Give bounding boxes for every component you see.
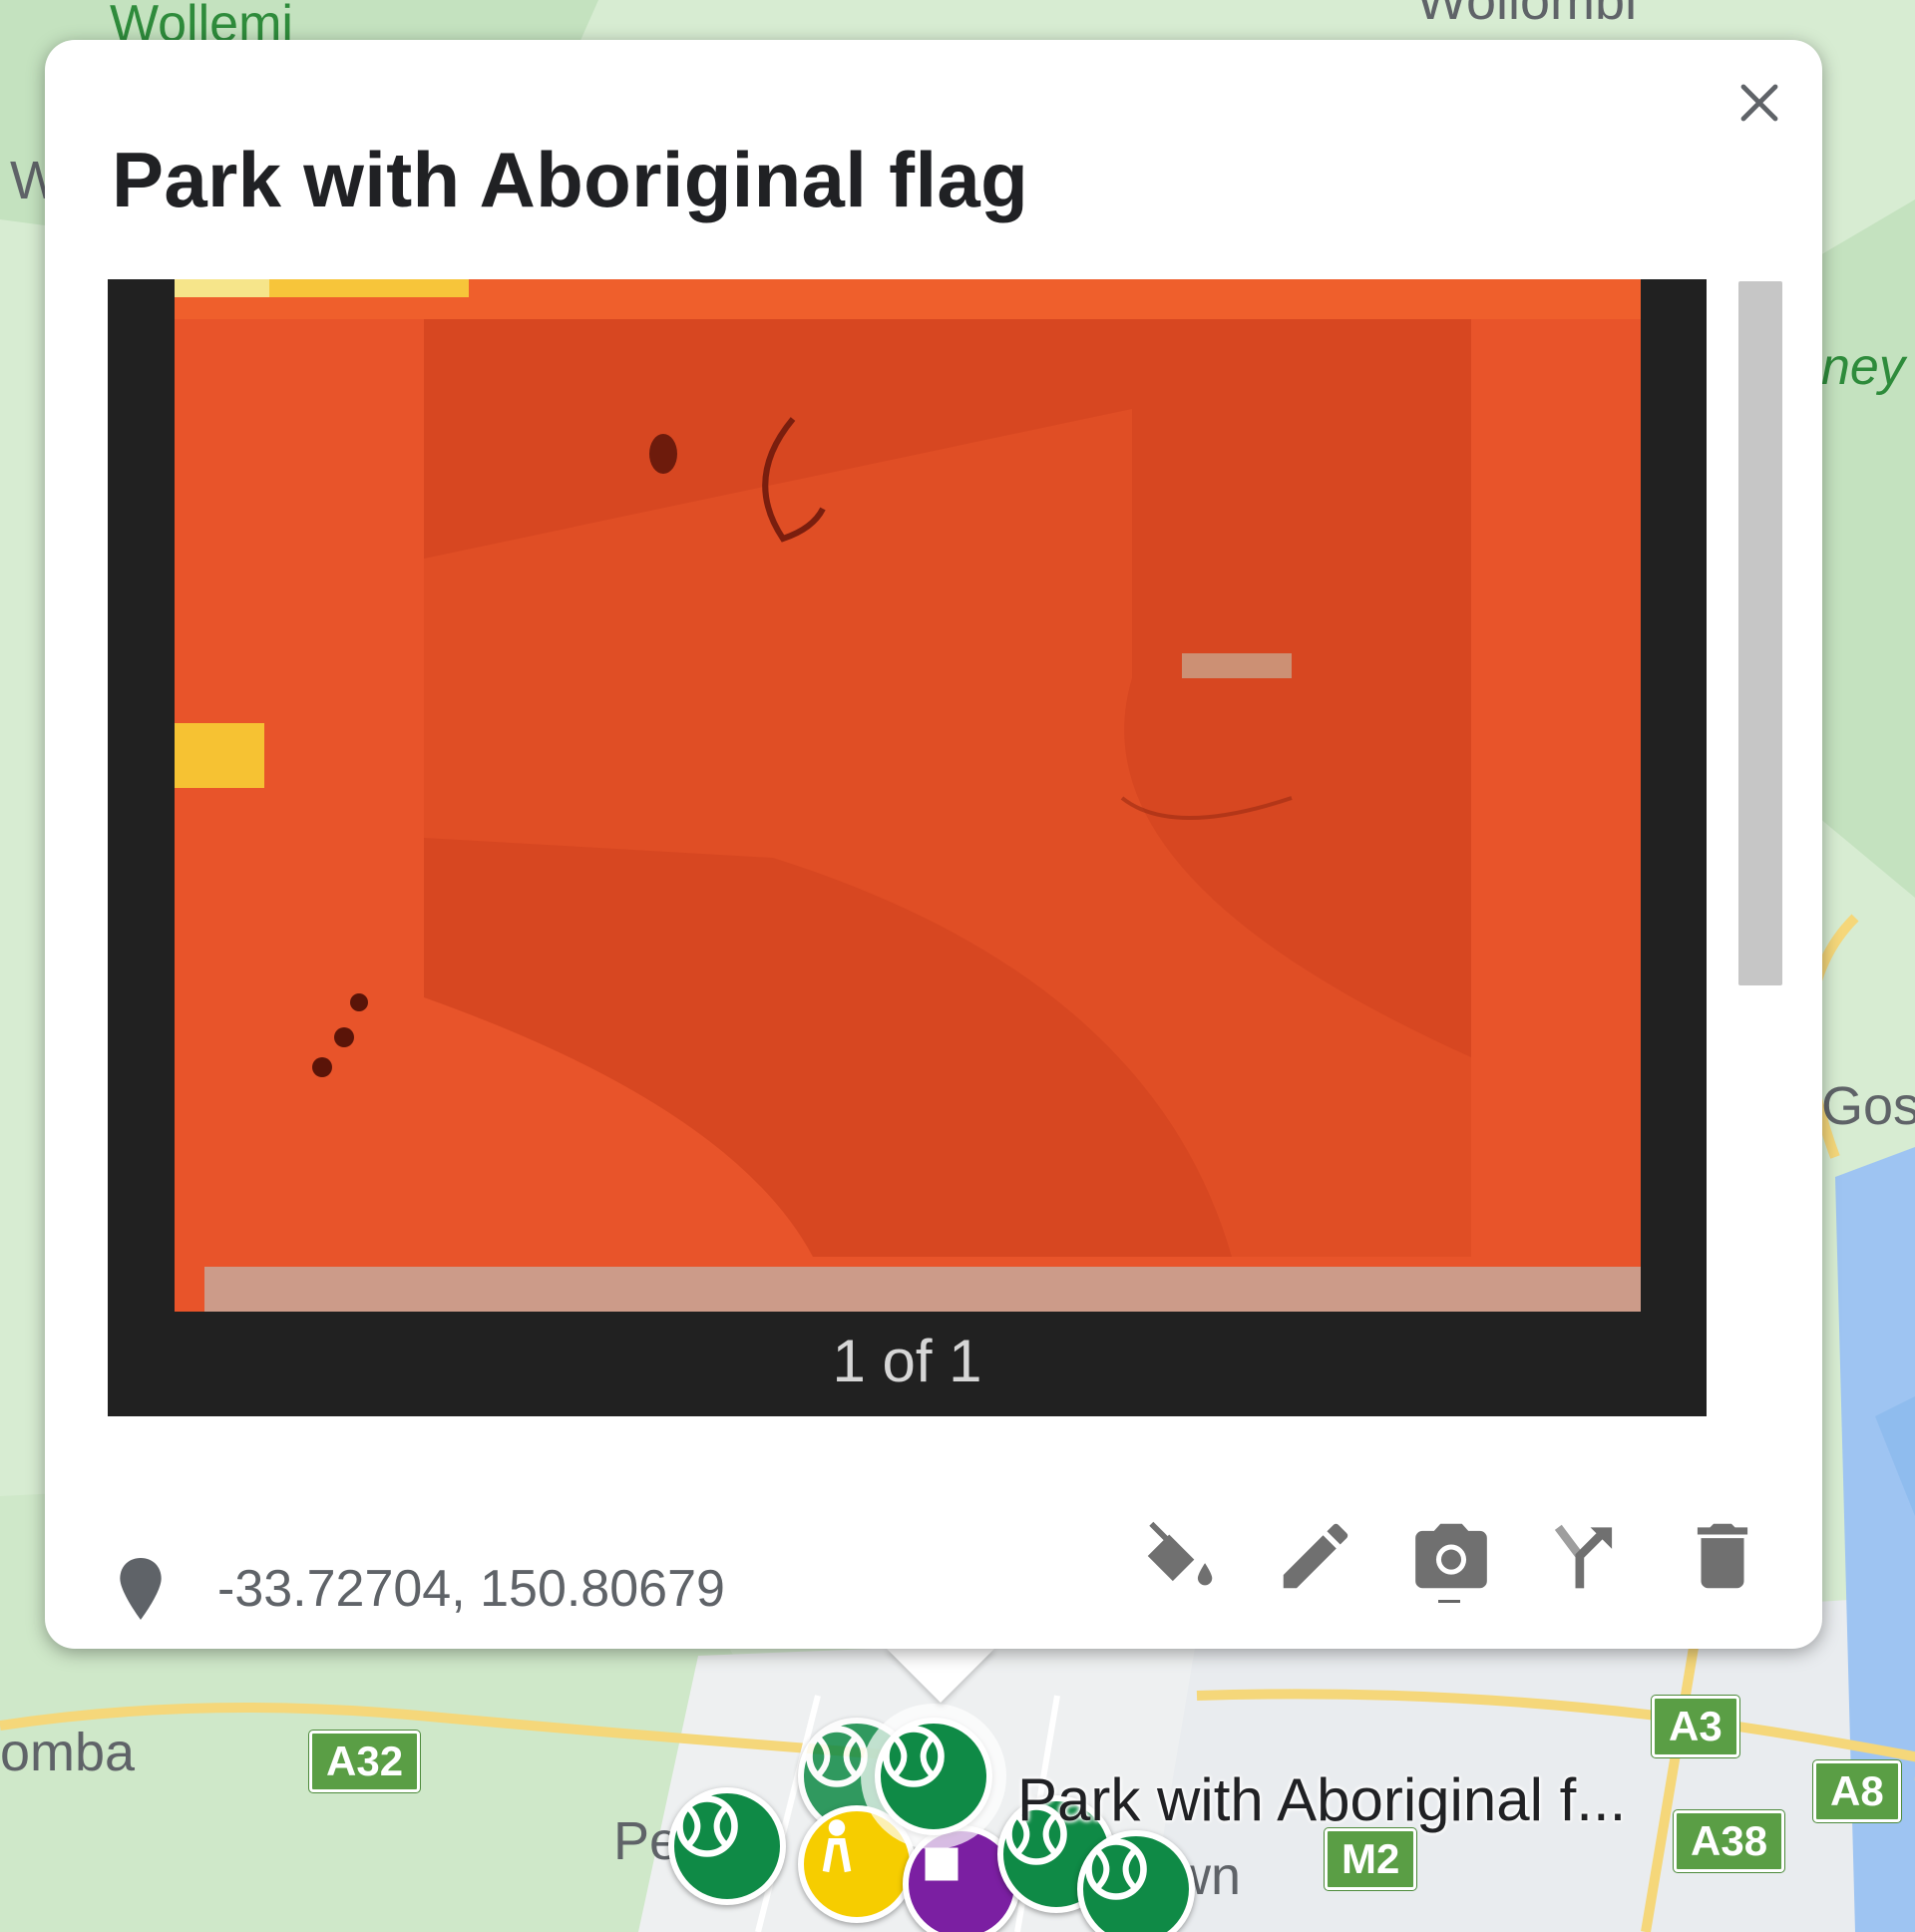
coordinates-text: -33.72704, 150.80679 bbox=[217, 1560, 725, 1618]
person-icon bbox=[822, 1819, 852, 1873]
road-shield-a38: A38 bbox=[1674, 1810, 1785, 1872]
close-icon bbox=[1740, 84, 1778, 122]
delete-button[interactable] bbox=[1655, 1501, 1790, 1611]
infowindow-tail bbox=[886, 1648, 995, 1703]
style-button[interactable] bbox=[1112, 1501, 1248, 1611]
road-shield-m2: M2 bbox=[1325, 1828, 1417, 1890]
road-shield-a8: A8 bbox=[1813, 1760, 1901, 1822]
photo-counter: 1 of 1 bbox=[832, 1328, 982, 1394]
directions-icon bbox=[1554, 1524, 1613, 1589]
camera-underline bbox=[1438, 1600, 1460, 1603]
edit-button[interactable] bbox=[1248, 1501, 1383, 1611]
photo-image bbox=[175, 279, 1641, 1312]
scrollbar-thumb[interactable] bbox=[1738, 281, 1782, 985]
building-icon bbox=[925, 1847, 958, 1881]
paint-bucket-icon bbox=[1147, 1521, 1213, 1586]
map-marker-selected[interactable] bbox=[875, 1718, 992, 1835]
tennis-ball-icon bbox=[883, 1726, 945, 1787]
place-label-wollombi: Wollombi bbox=[1416, 0, 1638, 31]
pencil-icon bbox=[1283, 1523, 1348, 1589]
feature-toolbar bbox=[1112, 1501, 1790, 1611]
tennis-ball-icon bbox=[1085, 1838, 1147, 1900]
map-marker-label[interactable]: Park with Aboriginal f... bbox=[1017, 1765, 1626, 1834]
camera-icon bbox=[1415, 1523, 1487, 1589]
road-shield-a32: A32 bbox=[309, 1731, 421, 1792]
coordinates-row: -33.72704, 150.80679 bbox=[120, 1558, 725, 1620]
place-label-katoomba: omba bbox=[0, 1723, 136, 1782]
trash-icon bbox=[1697, 1523, 1748, 1589]
location-pin-icon bbox=[120, 1558, 162, 1620]
tennis-ball-icon bbox=[806, 1726, 868, 1787]
place-label-sydney: ney bbox=[1821, 338, 1905, 396]
place-label-gosford: Gos bbox=[1821, 1076, 1915, 1136]
tennis-ball-icon bbox=[676, 1795, 738, 1857]
feature-title: Park with Aboriginal flag bbox=[112, 136, 1029, 223]
close-button[interactable] bbox=[1717, 60, 1802, 146]
add-photo-button[interactable] bbox=[1383, 1501, 1519, 1611]
map-marker-tennis-left[interactable] bbox=[668, 1787, 786, 1905]
photo-viewer: 1 of 1 bbox=[108, 279, 1707, 1416]
info-window: Park with Aboriginal flag 1 of 1 -33.727… bbox=[45, 40, 1822, 1649]
feature-photo[interactable] bbox=[175, 279, 1641, 1312]
directions-button[interactable] bbox=[1519, 1501, 1655, 1611]
road-shield-a3: A3 bbox=[1652, 1696, 1739, 1757]
